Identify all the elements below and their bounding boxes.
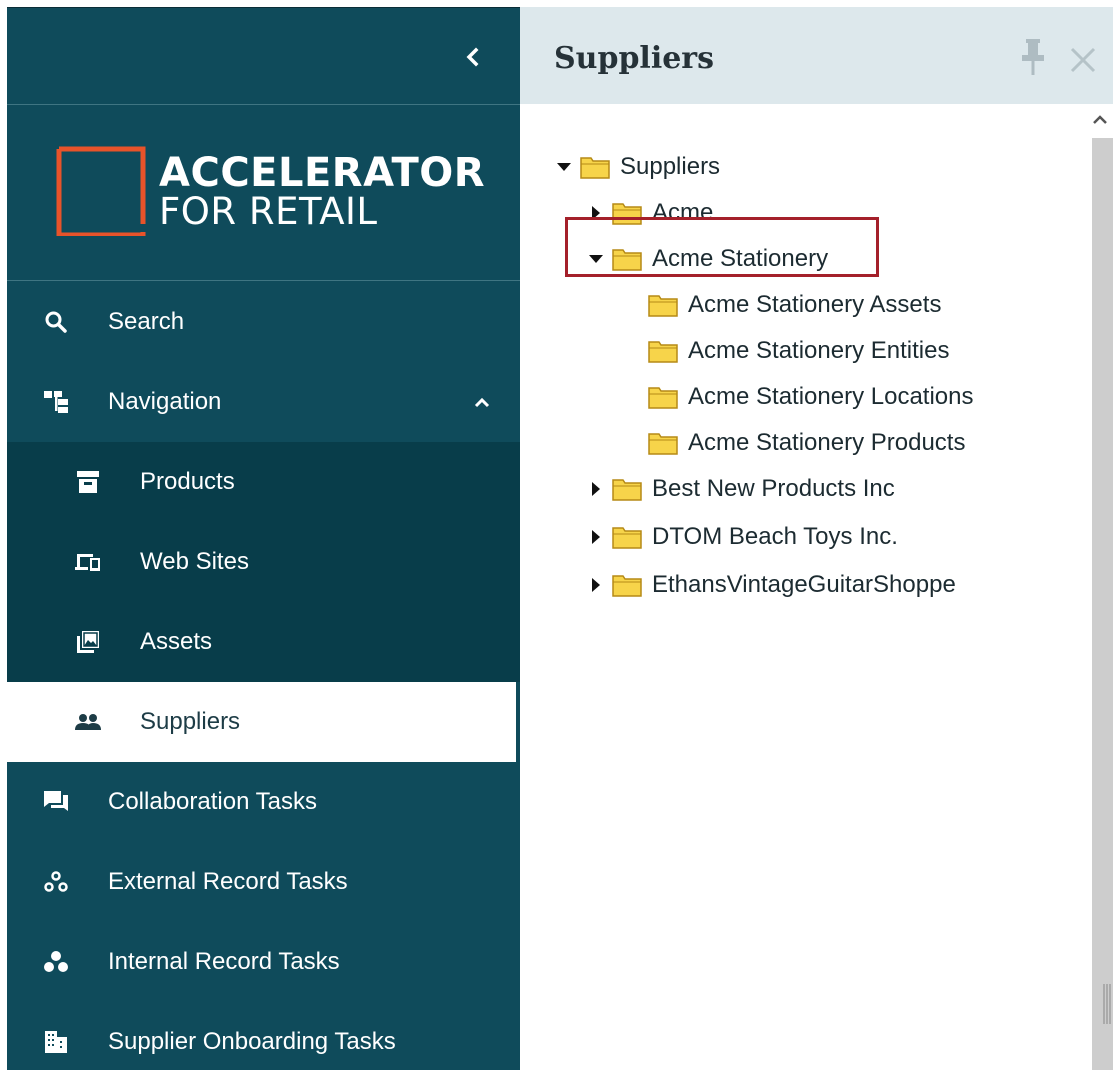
tree-node-acme-stationery-products[interactable]: Acme Stationery Products xyxy=(648,423,965,463)
tree-node-label: Acme Stationery xyxy=(652,245,829,272)
nav-label-web-sites: Web Sites xyxy=(140,548,249,575)
folder-icon xyxy=(580,155,610,179)
vertical-scrollbar[interactable] xyxy=(1060,104,1113,1070)
nav-list: Search Navigation Products Web Sites Ass… xyxy=(7,282,520,1082)
nav-item-assets[interactable]: Assets xyxy=(7,602,520,682)
logo-subtitle: FOR RETAIL xyxy=(159,190,378,233)
close-icon[interactable] xyxy=(1066,43,1100,77)
nav-label-products: Products xyxy=(140,468,235,495)
logo-mark-icon xyxy=(56,146,146,236)
panel-header: Suppliers xyxy=(520,7,1113,104)
scroll-up-arrow-icon[interactable] xyxy=(1090,110,1110,130)
tree-node-label: Acme Stationery Locations xyxy=(688,383,974,410)
tree-node-label: Suppliers xyxy=(620,153,721,180)
people-icon xyxy=(75,709,101,735)
caret-down-icon[interactable] xyxy=(588,251,604,267)
tree-node-acme[interactable]: Acme xyxy=(588,193,713,233)
chevron-up-icon[interactable] xyxy=(472,392,492,412)
tree-node-ethans-vintage-guitar-shoppe[interactable]: EthansVintageGuitarShoppe xyxy=(588,565,956,605)
folder-icon xyxy=(612,477,642,501)
caret-right-icon[interactable] xyxy=(588,481,604,497)
folder-icon xyxy=(612,525,642,549)
circles-filled-icon xyxy=(43,949,69,975)
nav-label-navigation: Navigation xyxy=(108,388,222,415)
archive-box-icon xyxy=(75,469,101,495)
tree-node-acme-stationery[interactable]: Acme Stationery xyxy=(588,239,828,279)
tree-node-acme-stationery-entities[interactable]: Acme Stationery Entities xyxy=(648,331,949,371)
tree-node-label: DTOM Beach Toys Inc. xyxy=(652,523,898,550)
circles-outline-icon xyxy=(43,869,69,895)
caret-right-icon[interactable] xyxy=(588,577,604,593)
app-logo: ACCELERATOR FOR RETAIL xyxy=(7,105,520,281)
suppliers-panel: Suppliers Suppliers Acme Acme Stationery… xyxy=(520,7,1113,1070)
pin-icon[interactable] xyxy=(1016,37,1050,77)
folder-icon xyxy=(612,201,642,225)
scrollbar-grip-icon xyxy=(1103,984,1111,1024)
nav-item-products[interactable]: Products xyxy=(7,442,520,522)
nav-label-internal-record-tasks: Internal Record Tasks xyxy=(108,948,340,975)
folder-icon xyxy=(612,247,642,271)
caret-right-icon[interactable] xyxy=(588,529,604,545)
tree-node-best-new-products[interactable]: Best New Products Inc xyxy=(588,469,895,509)
image-icon xyxy=(75,629,101,655)
chevron-left-icon[interactable] xyxy=(459,43,487,71)
nav-label-collaboration-tasks: Collaboration Tasks xyxy=(108,788,318,815)
search-icon xyxy=(43,309,69,335)
nav-label-assets: Assets xyxy=(140,628,213,655)
panel-title: Suppliers xyxy=(554,41,715,76)
nav-label-suppliers: Suppliers xyxy=(140,708,241,735)
folder-icon xyxy=(648,431,678,455)
tree-node-acme-stationery-assets[interactable]: Acme Stationery Assets xyxy=(648,285,941,325)
tree-node-label: Acme Stationery Assets xyxy=(688,291,942,318)
nav-item-search[interactable]: Search xyxy=(7,282,520,362)
building-icon xyxy=(43,1029,69,1055)
tree-node-suppliers[interactable]: Suppliers xyxy=(556,147,720,187)
tree-node-label: Acme xyxy=(652,199,714,226)
nav-item-navigation[interactable]: Navigation xyxy=(7,362,520,442)
tree-node-label: Best New Products Inc xyxy=(652,475,895,502)
folder-icon xyxy=(648,293,678,317)
nav-item-suppliers[interactable]: Suppliers xyxy=(7,682,516,762)
folder-icon xyxy=(648,339,678,363)
nav-label-external-record-tasks: External Record Tasks xyxy=(108,868,348,895)
sidebar-collapse-row xyxy=(7,8,520,105)
nav-label-supplier-onboarding-tasks: Supplier Onboarding Tasks xyxy=(108,1028,396,1055)
tree-node-label: EthansVintageGuitarShoppe xyxy=(652,571,956,598)
nav-item-web-sites[interactable]: Web Sites xyxy=(7,522,520,602)
folder-icon xyxy=(648,385,678,409)
tree-node-label: Acme Stationery Entities xyxy=(688,337,950,364)
caret-right-icon[interactable] xyxy=(588,205,604,221)
scrollbar-thumb[interactable] xyxy=(1092,138,1113,1070)
nav-item-internal-record-tasks[interactable]: Internal Record Tasks xyxy=(7,922,520,1002)
supplier-tree: Suppliers Acme Acme Stationery Acme Stat… xyxy=(520,104,1060,1070)
nav-item-collaboration-tasks[interactable]: Collaboration Tasks xyxy=(7,762,520,842)
nav-item-supplier-onboarding-tasks[interactable]: Supplier Onboarding Tasks xyxy=(7,1002,520,1082)
folder-icon xyxy=(612,573,642,597)
caret-down-icon[interactable] xyxy=(556,159,572,175)
tree-node-dtom-beach-toys[interactable]: DTOM Beach Toys Inc. xyxy=(588,517,898,557)
tree-node-acme-stationery-locations[interactable]: Acme Stationery Locations xyxy=(648,377,973,417)
tree-node-label: Acme Stationery Products xyxy=(688,429,966,456)
nav-item-external-record-tasks[interactable]: External Record Tasks xyxy=(7,842,520,922)
navigation-sidebar: ACCELERATOR FOR RETAIL Search Navigation… xyxy=(7,7,520,1070)
logo-title: ACCELERATOR xyxy=(159,150,486,196)
devices-icon xyxy=(75,549,101,575)
chat-icon xyxy=(43,789,69,815)
nav-label-search: Search xyxy=(108,308,185,335)
hierarchy-icon xyxy=(43,389,69,415)
